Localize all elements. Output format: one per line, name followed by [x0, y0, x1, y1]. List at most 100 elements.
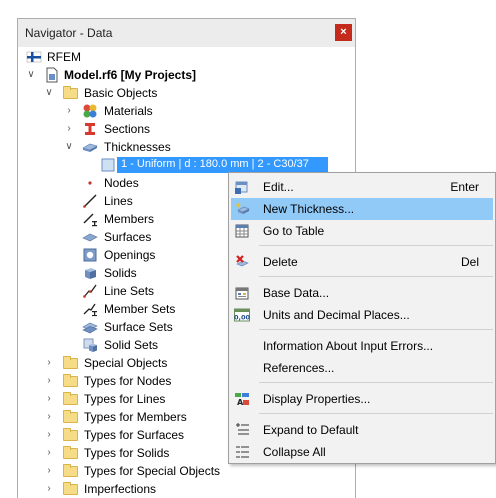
menu-item-display-properties[interactable]: A Display Properties... — [231, 388, 493, 410]
folder-icon — [63, 410, 78, 423]
title-bar: Navigator - Data × — [18, 19, 355, 47]
menu-label: Units and Decimal Places... — [263, 308, 410, 322]
tree-item-sections[interactable]: › Sections — [18, 120, 355, 138]
tree-label: Openings — [104, 248, 156, 262]
tree-label: Solid Sets — [104, 338, 159, 352]
menu-shortcut: Enter — [450, 180, 479, 194]
menu-separator — [259, 276, 493, 277]
tree-label: Surface Sets — [104, 320, 173, 334]
folder-icon — [63, 482, 78, 495]
delete-icon — [236, 255, 249, 267]
node-icon — [88, 181, 92, 185]
menu-item-edit[interactable]: Edit... Enter — [231, 176, 493, 198]
tree-label: Materials — [104, 104, 153, 118]
folder-icon — [63, 392, 78, 405]
tree-label: Sections — [104, 122, 151, 136]
menu-separator — [259, 329, 493, 330]
tree-item-rfem[interactable]: RFEM — [18, 48, 355, 66]
chevron-right-icon[interactable]: › — [44, 372, 54, 390]
chevron-right-icon[interactable]: › — [44, 390, 54, 408]
chevron-right-icon[interactable]: › — [64, 120, 74, 138]
chevron-right-icon[interactable]: › — [44, 408, 54, 426]
line-set-icon — [83, 284, 97, 298]
tree-label: Special Objects — [84, 356, 168, 370]
table-icon — [235, 224, 249, 238]
tree-label: Lines — [104, 194, 133, 208]
tree-label: Basic Objects — [84, 86, 158, 100]
tree-label: Thicknesses — [104, 140, 171, 154]
menu-item-base-data[interactable]: Base Data... — [231, 282, 493, 304]
chevron-right-icon[interactable]: › — [44, 354, 54, 372]
units-icon-text: 0,00 — [234, 314, 250, 322]
tree-label: Types for Members — [84, 410, 187, 424]
member-set-icon — [83, 303, 97, 317]
finland-flag-icon — [26, 51, 42, 63]
menu-item-units[interactable]: 0,00 Units and Decimal Places... — [231, 304, 493, 326]
chevron-right-icon[interactable]: › — [44, 480, 54, 498]
tree-label: Line Sets — [104, 284, 155, 298]
folder-icon — [63, 428, 78, 441]
display-properties-icon: A — [235, 393, 249, 407]
chevron-down-icon[interactable]: ∨ — [44, 84, 54, 102]
menu-item-collapse-all[interactable]: Collapse All — [231, 441, 493, 463]
solid-set-icon — [83, 338, 97, 352]
menu-label: Expand to Default — [263, 423, 359, 437]
menu-label: New Thickness... — [263, 202, 355, 216]
close-button[interactable]: × — [335, 24, 352, 41]
units-icon: 0,00 — [234, 308, 250, 322]
menu-item-expand-default[interactable]: Expand to Default — [231, 419, 493, 441]
tree-label: RFEM — [47, 50, 81, 64]
menu-item-go-to-table[interactable]: Go to Table — [231, 220, 493, 242]
window-title: Navigator - Data — [25, 26, 113, 40]
menu-separator — [259, 413, 493, 414]
tree-label: Imperfections — [84, 482, 157, 496]
menu-label: Edit... — [263, 180, 294, 194]
menu-label: Display Properties... — [263, 392, 371, 406]
line-icon — [83, 194, 97, 208]
menu-separator — [259, 382, 493, 383]
tree-item-model[interactable]: ∨ Model.rf6 [My Projects] — [18, 66, 355, 84]
tree-item-materials[interactable]: › Materials — [18, 102, 355, 120]
chevron-right-icon[interactable]: › — [44, 462, 54, 480]
folder-icon — [63, 356, 78, 369]
tree-item-basic-objects[interactable]: ∨ Basic Objects — [18, 84, 355, 102]
menu-item-new-thickness[interactable]: New Thickness... — [231, 198, 493, 220]
menu-item-references[interactable]: References... — [231, 357, 493, 379]
folder-icon — [63, 374, 78, 387]
tree-label: Member Sets — [104, 302, 176, 316]
solid-icon — [85, 268, 96, 279]
folder-icon — [63, 464, 78, 477]
chevron-right-icon[interactable]: › — [44, 426, 54, 444]
folder-icon — [63, 86, 78, 99]
tree-label: Nodes — [104, 176, 139, 190]
tree-label: Types for Lines — [84, 392, 166, 406]
menu-label: Go to Table — [263, 224, 325, 238]
folder-icon — [63, 446, 78, 459]
tree-item-types-special[interactable]: › Types for Special Objects — [18, 462, 355, 480]
menu-label: Information About Input Errors... — [263, 339, 434, 353]
tree-item-imperfections[interactable]: › Imperfections — [18, 480, 355, 498]
base-data-icon — [235, 287, 249, 300]
model-file-icon — [46, 67, 58, 83]
chevron-down-icon[interactable]: ∨ — [26, 66, 36, 84]
tree-label: Types for Nodes — [84, 374, 172, 388]
menu-label: References... — [263, 361, 335, 375]
surface-set-icon — [82, 322, 98, 334]
i-section-icon — [85, 123, 95, 135]
tree-label: 1 - Uniform | d : 180.0 mm | 2 - C30/37 — [121, 158, 309, 170]
new-thickness-icon — [234, 202, 250, 214]
chevron-right-icon[interactable]: › — [64, 102, 74, 120]
tree-label: Solids — [104, 266, 137, 280]
menu-item-info-errors[interactable]: Information About Input Errors... — [231, 335, 493, 357]
menu-item-delete[interactable]: Delete Del — [231, 251, 493, 273]
tree-item-thicknesses[interactable]: ∨ Thicknesses — [18, 138, 355, 156]
surface-icon — [82, 233, 98, 242]
tree-label: Types for Special Objects — [84, 464, 221, 478]
chevron-down-icon[interactable]: ∨ — [64, 138, 74, 156]
chevron-right-icon[interactable]: › — [44, 444, 54, 462]
svg-text:A: A — [237, 398, 244, 407]
context-menu: Edit... Enter New Thickness... Go to Tab… — [228, 172, 496, 464]
expand-icon — [236, 423, 249, 435]
tree-label: Types for Surfaces — [84, 428, 185, 442]
tree-label: Model.rf6 [My Projects] — [64, 68, 197, 82]
